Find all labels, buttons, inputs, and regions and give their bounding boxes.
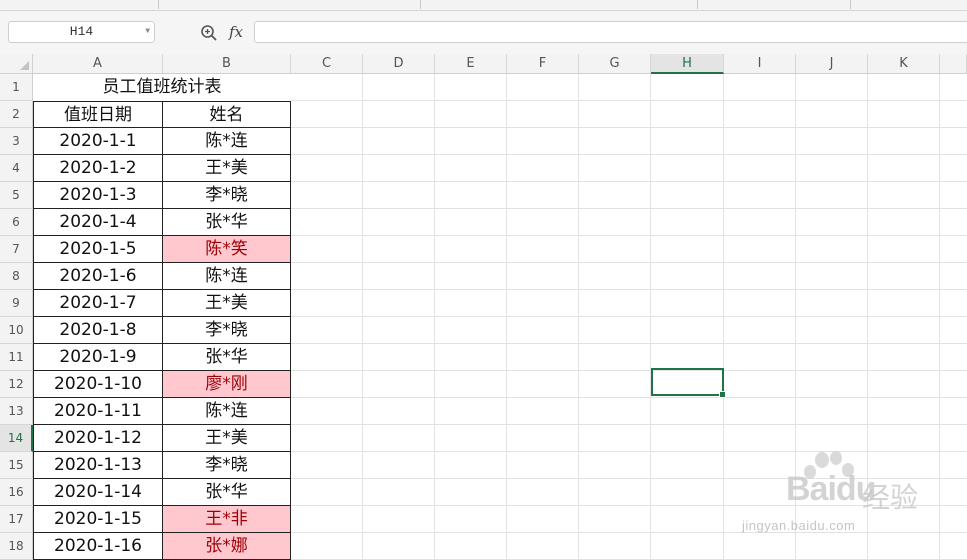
column-header-E[interactable]: E [435, 54, 507, 74]
row-header-17[interactable]: 17 [0, 506, 33, 533]
row-header-4[interactable]: 4 [0, 155, 33, 182]
date-cell[interactable]: 2020-1-1 [33, 128, 163, 155]
row-header-18[interactable]: 18 [0, 533, 33, 560]
row-header-15[interactable]: 15 [0, 452, 33, 479]
row-header-11[interactable]: 11 [0, 344, 33, 371]
name-cell[interactable]: 陈*连 [163, 263, 291, 290]
active-cell-selection[interactable] [651, 368, 726, 398]
gridline [650, 74, 651, 560]
gridline [506, 74, 507, 560]
date-cell[interactable]: 2020-1-10 [33, 371, 163, 398]
gridline [578, 74, 579, 560]
date-cell[interactable]: 2020-1-6 [33, 263, 163, 290]
ribbon-separator [420, 0, 421, 9]
name-cell[interactable]: 陈*笑 [163, 236, 291, 263]
date-cell[interactable]: 2020-1-8 [33, 317, 163, 344]
column-header-filler [940, 54, 967, 74]
row-header-9[interactable]: 9 [0, 290, 33, 317]
zoom-icon[interactable] [200, 24, 218, 42]
gridline [723, 74, 724, 560]
header-cell-name[interactable]: 姓名 [163, 101, 291, 128]
watermark-url: jingyan.baidu.com [742, 518, 856, 533]
watermark-cn: 经验 [862, 481, 919, 514]
gridline [362, 74, 363, 560]
date-cell[interactable]: 2020-1-14 [33, 479, 163, 506]
name-cell[interactable]: 张*娜 [163, 533, 291, 560]
row-header-13[interactable]: 13 [0, 398, 33, 425]
select-all-corner[interactable] [0, 54, 33, 74]
name-cell[interactable]: 王*美 [163, 425, 291, 452]
name-cell[interactable]: 李*晓 [163, 452, 291, 479]
ribbon-bottom-strip [0, 0, 967, 11]
name-box[interactable]: H14 ▼ [8, 21, 155, 43]
column-header-I[interactable]: I [724, 54, 796, 74]
row-header-10[interactable]: 10 [0, 317, 33, 344]
name-cell[interactable]: 王*美 [163, 155, 291, 182]
fill-handle[interactable] [719, 391, 726, 398]
date-cell[interactable]: 2020-1-9 [33, 344, 163, 371]
row-header-14[interactable]: 14 [0, 425, 33, 452]
name-box-value: H14 [69, 24, 94, 39]
column-header-G[interactable]: G [579, 54, 651, 74]
date-cell[interactable]: 2020-1-11 [33, 398, 163, 425]
chevron-down-icon[interactable]: ▼ [145, 22, 150, 42]
name-cell[interactable]: 王*非 [163, 506, 291, 533]
name-cell[interactable]: 王*美 [163, 290, 291, 317]
ribbon-separator [697, 0, 698, 9]
table-title-cell[interactable]: 员工值班统计表 [33, 74, 291, 101]
name-cell[interactable]: 李*晓 [163, 182, 291, 209]
row-header-1[interactable]: 1 [0, 74, 33, 101]
column-header-J[interactable]: J [796, 54, 868, 74]
row-header-8[interactable]: 8 [0, 263, 33, 290]
column-header-A[interactable]: A [33, 54, 163, 74]
date-cell[interactable]: 2020-1-2 [33, 155, 163, 182]
fx-icon[interactable]: fx [229, 22, 243, 42]
date-cell[interactable]: 2020-1-5 [33, 236, 163, 263]
row-header-6[interactable]: 6 [0, 209, 33, 236]
ribbon-separator [158, 0, 159, 9]
row-header-7[interactable]: 7 [0, 236, 33, 263]
header-cell-date[interactable]: 值班日期 [33, 101, 163, 128]
date-cell[interactable]: 2020-1-13 [33, 452, 163, 479]
column-header-D[interactable]: D [363, 54, 435, 74]
name-cell[interactable]: 廖*刚 [163, 371, 291, 398]
ribbon-separator [850, 0, 851, 9]
column-header-F[interactable]: F [507, 54, 579, 74]
name-cell[interactable]: 张*华 [163, 479, 291, 506]
date-cell[interactable]: 2020-1-15 [33, 506, 163, 533]
column-header-B[interactable]: B [163, 54, 291, 74]
row-header-12[interactable]: 12 [0, 371, 33, 398]
column-header-H[interactable]: H [651, 54, 724, 74]
date-cell[interactable]: 2020-1-12 [33, 425, 163, 452]
name-cell[interactable]: 张*华 [163, 344, 291, 371]
date-cell[interactable]: 2020-1-4 [33, 209, 163, 236]
column-header-K[interactable]: K [868, 54, 940, 74]
row-header-2[interactable]: 2 [0, 101, 33, 128]
gridline [434, 74, 435, 560]
column-header-C[interactable]: C [291, 54, 363, 74]
name-cell[interactable]: 李*晓 [163, 317, 291, 344]
date-cell[interactable]: 2020-1-7 [33, 290, 163, 317]
formula-input[interactable] [254, 21, 967, 43]
name-cell[interactable]: 陈*连 [163, 128, 291, 155]
name-cell[interactable]: 张*华 [163, 209, 291, 236]
row-header-16[interactable]: 16 [0, 479, 33, 506]
name-cell[interactable]: 陈*连 [163, 398, 291, 425]
row-header-3[interactable]: 3 [0, 128, 33, 155]
row-header-5[interactable]: 5 [0, 182, 33, 209]
date-cell[interactable]: 2020-1-16 [33, 533, 163, 560]
formula-bar: H14 ▼ fx [0, 11, 967, 55]
date-cell[interactable]: 2020-1-3 [33, 182, 163, 209]
